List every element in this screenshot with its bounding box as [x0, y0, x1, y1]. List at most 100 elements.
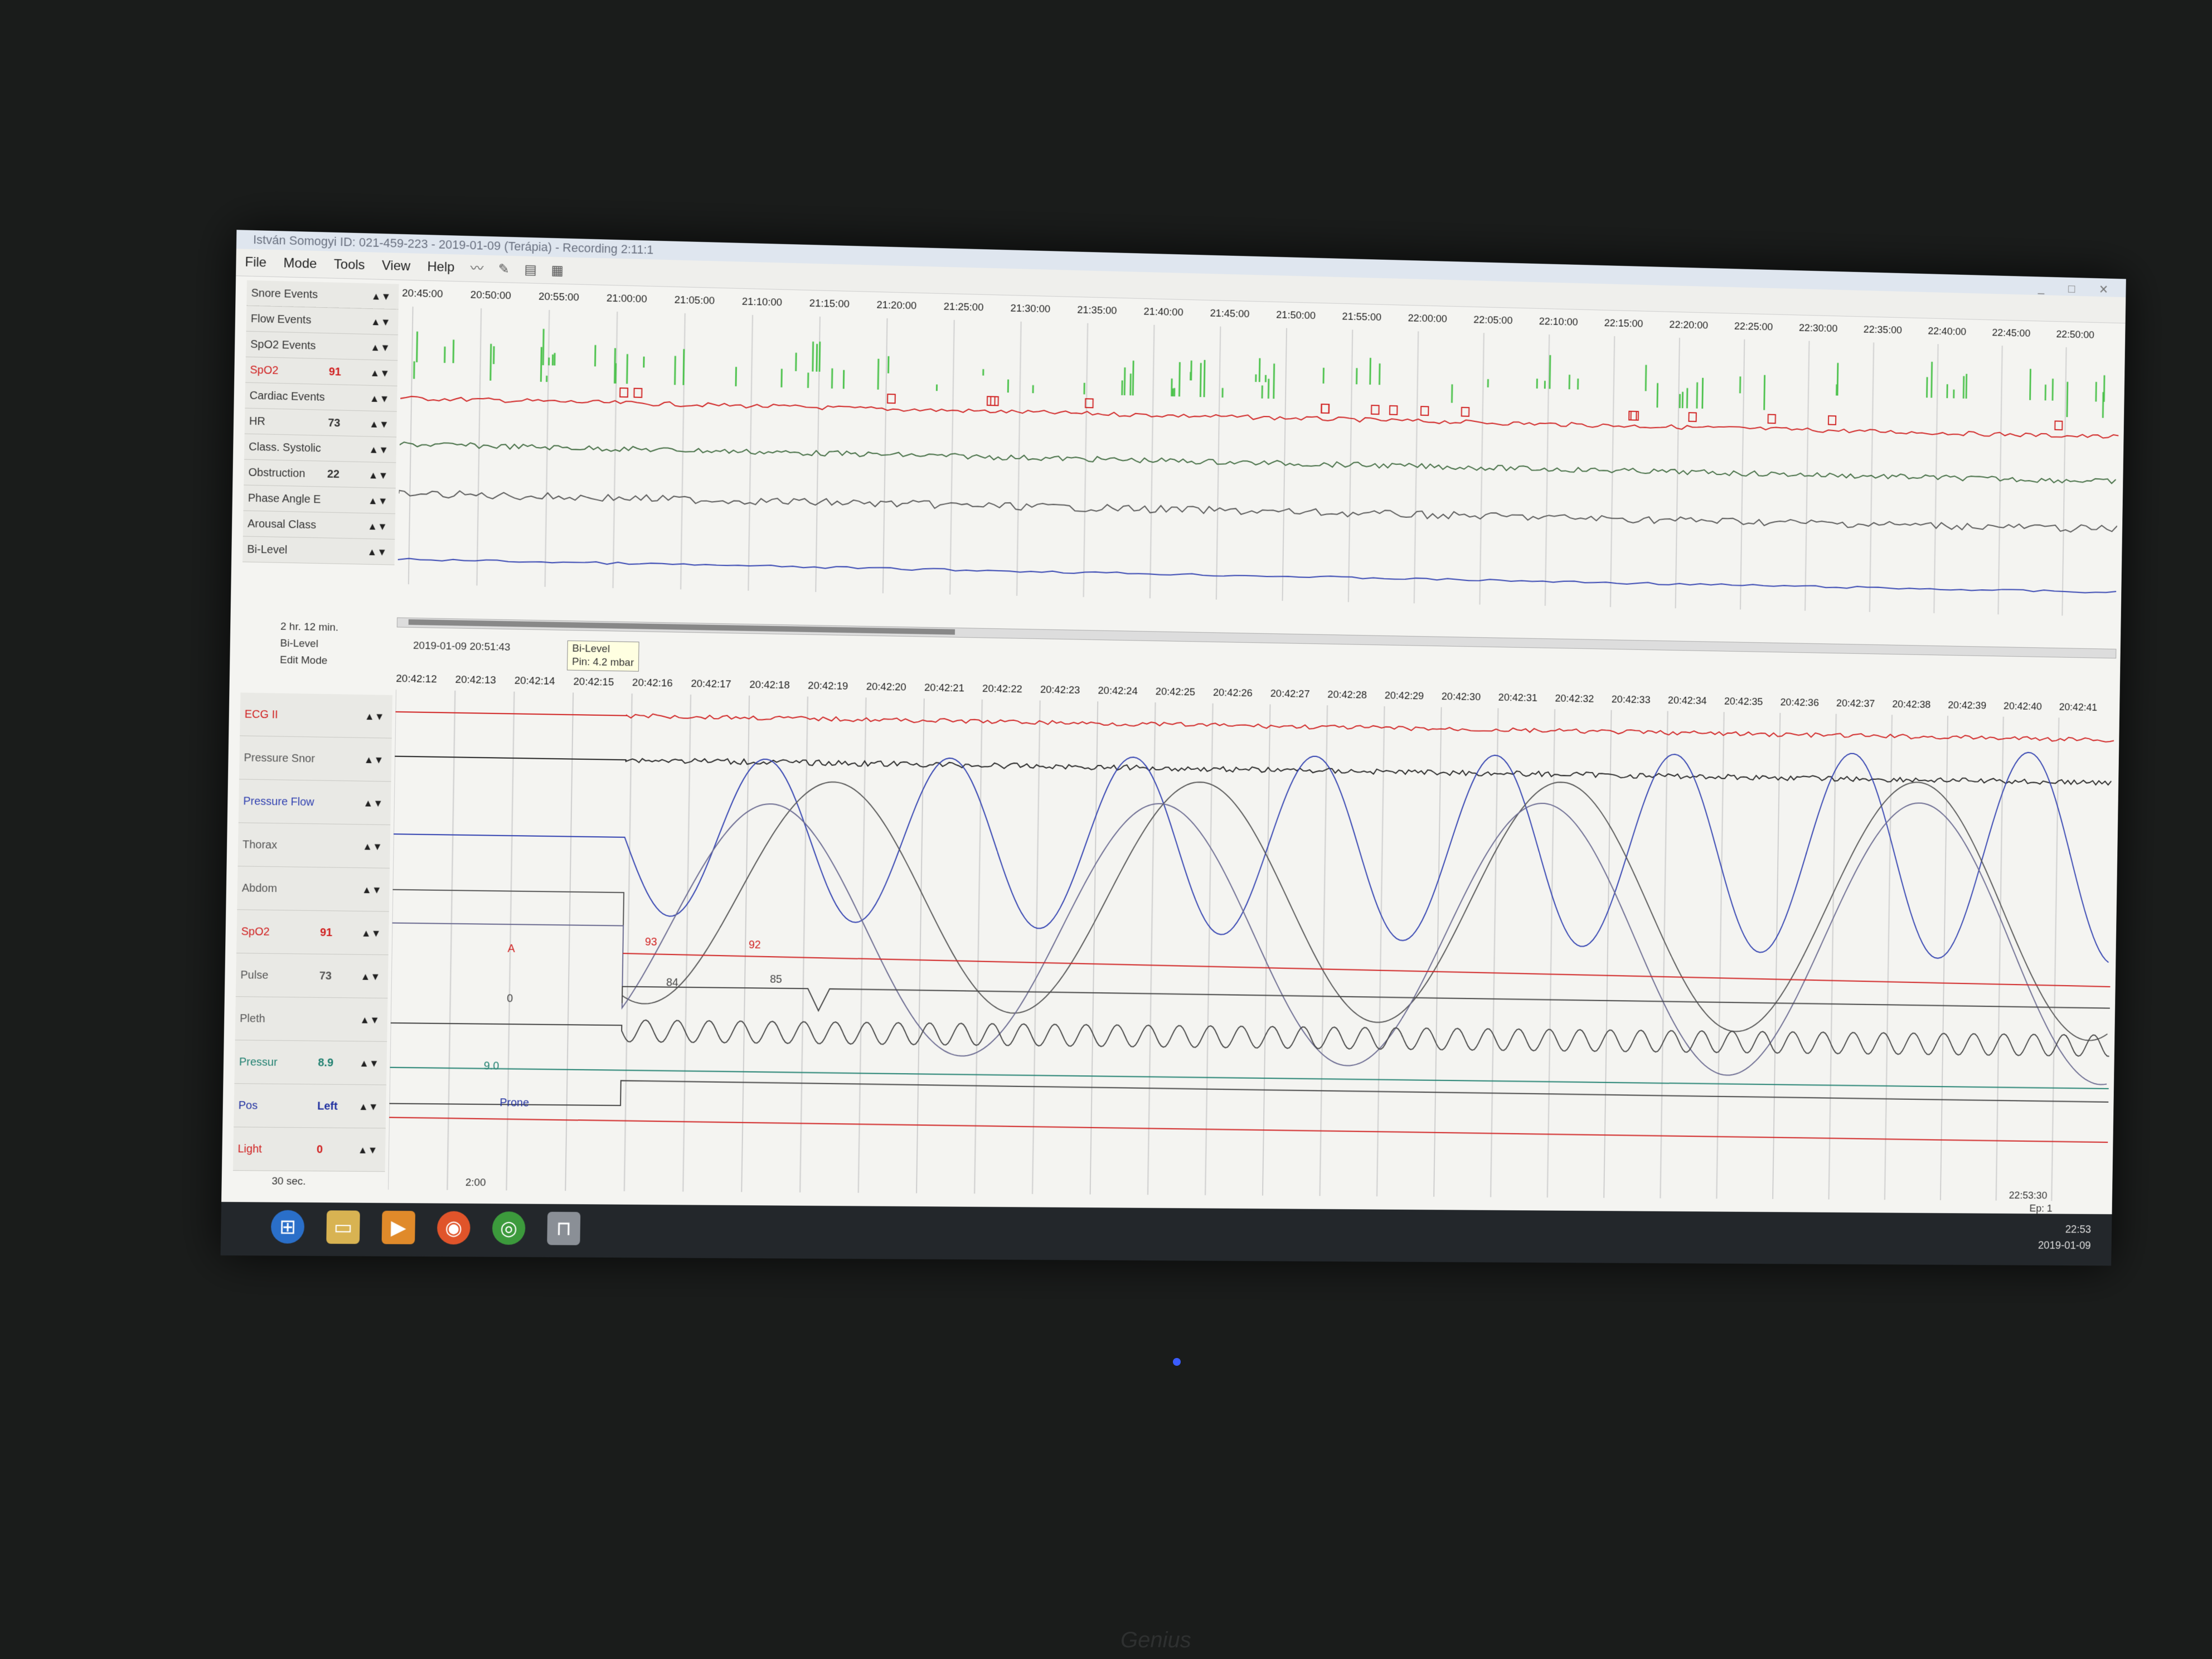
overview-channel-label: Flow Events: [250, 312, 312, 327]
overview-channel-row[interactable]: Phase Angle E ▲▼: [243, 485, 396, 515]
event-bar: [542, 328, 545, 366]
overview-chart: [397, 307, 2120, 617]
detail-time-label: 20:42:41: [2059, 701, 2098, 714]
tool-icon[interactable]: ✎: [495, 261, 513, 278]
event-bar: [842, 370, 845, 389]
firefox-icon[interactable]: ◉: [436, 1211, 470, 1245]
detail-channel-row[interactable]: Light 0 ▲▼: [232, 1127, 386, 1172]
folder-icon[interactable]: ▭: [326, 1210, 360, 1244]
overview-channel-row[interactable]: Flow Events ▲▼: [246, 305, 399, 336]
wave-icon[interactable]: 〰: [468, 260, 486, 278]
detail-channel-value: Left: [317, 1100, 338, 1113]
spo2-event-marker: [1321, 404, 1329, 413]
grid-line: [1320, 705, 1328, 1196]
event-bar: [1258, 358, 1261, 382]
event-bar: [1544, 381, 1546, 389]
system-tray: 22:53 2019-01-09: [2038, 1221, 2092, 1254]
overview-channel-row[interactable]: Arousal Class ▲▼: [242, 511, 396, 540]
menu-help[interactable]: Help: [427, 259, 454, 275]
event-bar: [594, 345, 596, 367]
chrome-icon[interactable]: ◎: [492, 1211, 526, 1245]
menu-view[interactable]: View: [382, 258, 411, 274]
detail-time-label: 20:42:21: [924, 682, 964, 695]
menu-mode[interactable]: Mode: [283, 255, 317, 271]
event-bar: [816, 343, 818, 372]
overview-time-label: 22:35:00: [1863, 324, 1903, 337]
event-bar: [1962, 376, 1965, 399]
light-trace: [389, 1117, 2108, 1142]
scale-arrows-icon[interactable]: ▲▼: [367, 539, 387, 565]
scale-arrows-icon[interactable]: ▲▼: [370, 334, 390, 361]
scale-arrows-icon[interactable]: ▲▼: [363, 782, 384, 825]
overview-channel-row[interactable]: Snore Events ▲▼: [246, 280, 399, 310]
pleth-trace: [390, 1017, 2109, 1056]
scale-arrows-icon[interactable]: ▲▼: [358, 1085, 379, 1128]
grid-line: [741, 696, 749, 1192]
detail-channel-row[interactable]: Pulse 73 ▲▼: [235, 953, 389, 999]
overview-channel-row[interactable]: Obstruction 22 ▲▼: [244, 459, 396, 489]
scale-arrows-icon[interactable]: ▲▼: [367, 513, 387, 540]
grid-line: [1604, 710, 1611, 1198]
detail-channel-label: Pressure Snor: [244, 751, 316, 765]
scale-arrows-icon[interactable]: ▲▼: [368, 488, 388, 514]
overview-channel-row[interactable]: Bi-Level ▲▼: [242, 536, 395, 565]
overview-channel-row[interactable]: Class. Systolic ▲▼: [244, 434, 397, 463]
scale-arrows-icon[interactable]: ▲▼: [361, 911, 381, 955]
scale-arrows-icon[interactable]: ▲▼: [371, 283, 391, 309]
scale-arrows-icon[interactable]: ▲▼: [371, 309, 391, 335]
detail-channel-row[interactable]: Pos Left ▲▼: [234, 1084, 387, 1129]
scale-arrows-icon[interactable]: ▲▼: [368, 462, 389, 488]
scale-arrows-icon[interactable]: ▲▼: [364, 695, 385, 738]
scale-arrows-icon[interactable]: ▲▼: [360, 955, 381, 998]
media-icon[interactable]: ▶: [381, 1210, 416, 1245]
detail-channel-row[interactable]: Abdom ▲▼: [237, 866, 390, 912]
detail-channel-row[interactable]: Thorax ▲▼: [237, 823, 391, 869]
overview-channel-label: Phase Angle E: [248, 492, 321, 506]
event-bar: [626, 354, 628, 384]
detail-channel-row[interactable]: ECG II ▲▼: [240, 692, 392, 739]
overview-channel-panel: Snore Events ▲▼ Flow Events ▲▼ SpO2 Events ▲▼…: [242, 280, 399, 565]
overview-channel-row[interactable]: SpO2 Events ▲▼: [245, 331, 399, 361]
detail-channel-row[interactable]: Pressur 8.9 ▲▼: [234, 1040, 387, 1085]
start-icon[interactable]: ⊞: [270, 1210, 305, 1244]
event-bar: [1129, 373, 1132, 396]
overview-scrollbar-thumb[interactable]: [408, 619, 955, 635]
scale-arrows-icon[interactable]: ▲▼: [368, 436, 389, 463]
chart-icon[interactable]: ▦: [549, 262, 566, 279]
scale-arrows-icon[interactable]: ▲▼: [362, 824, 383, 868]
overview-channel-row[interactable]: SpO2 91 ▲▼: [245, 357, 398, 386]
event-bar: [1273, 363, 1275, 399]
scale-arrows-icon[interactable]: ▲▼: [362, 868, 382, 911]
scale-arrows-icon[interactable]: ▲▼: [363, 738, 384, 782]
event-bar: [1132, 360, 1134, 396]
app-icon[interactable]: ⊓: [547, 1211, 581, 1245]
tooltip-title: Bi-Level: [572, 642, 610, 656]
menu-tools[interactable]: Tools: [334, 257, 365, 273]
monitor-screen: István Somogyi ID: 021-459-223 - 2019-01…: [220, 230, 2126, 1266]
detail-time-label: 20:42:29: [1384, 690, 1424, 702]
scale-arrows-icon[interactable]: ▲▼: [369, 411, 389, 438]
detail-channel-row[interactable]: Pressure Snor ▲▼: [239, 736, 392, 782]
scale-arrows-icon[interactable]: ▲▼: [370, 386, 390, 412]
doc-icon[interactable]: ▤: [522, 261, 540, 279]
detail-channel-row[interactable]: Pressure Flow ▲▼: [238, 779, 391, 826]
menu-file[interactable]: File: [245, 255, 266, 270]
detail-channel-row[interactable]: SpO2 91 ▲▼: [236, 910, 389, 955]
event-bar: [1379, 363, 1381, 385]
detail-channel-row[interactable]: Pleth ▲▼: [235, 997, 388, 1042]
scale-arrows-icon[interactable]: ▲▼: [360, 998, 380, 1042]
overview-time-label: 22:30:00: [1798, 322, 1838, 335]
annotation-marker_0: 0: [507, 992, 513, 1005]
scale-arrows-icon[interactable]: ▲▼: [357, 1128, 378, 1172]
overview-channel-row[interactable]: HR 73 ▲▼: [244, 408, 397, 438]
event-bar: [982, 369, 984, 376]
overview-scrollbar[interactable]: [396, 617, 2117, 659]
scale-arrows-icon[interactable]: ▲▼: [370, 360, 390, 386]
taskbar: ⊞ ▭ ▶ ◉ ◎ ⊓ 22:53 2019-01-09: [220, 1202, 2112, 1266]
spo2-event-marker: [1768, 415, 1776, 424]
spo2-event-marker: [1421, 406, 1429, 415]
overview-time-label: 21:25:00: [943, 300, 984, 314]
overview-channel-row[interactable]: Cardiac Events ▲▼: [245, 382, 397, 412]
grid-line: [1205, 704, 1213, 1195]
scale-arrows-icon[interactable]: ▲▼: [359, 1041, 380, 1085]
